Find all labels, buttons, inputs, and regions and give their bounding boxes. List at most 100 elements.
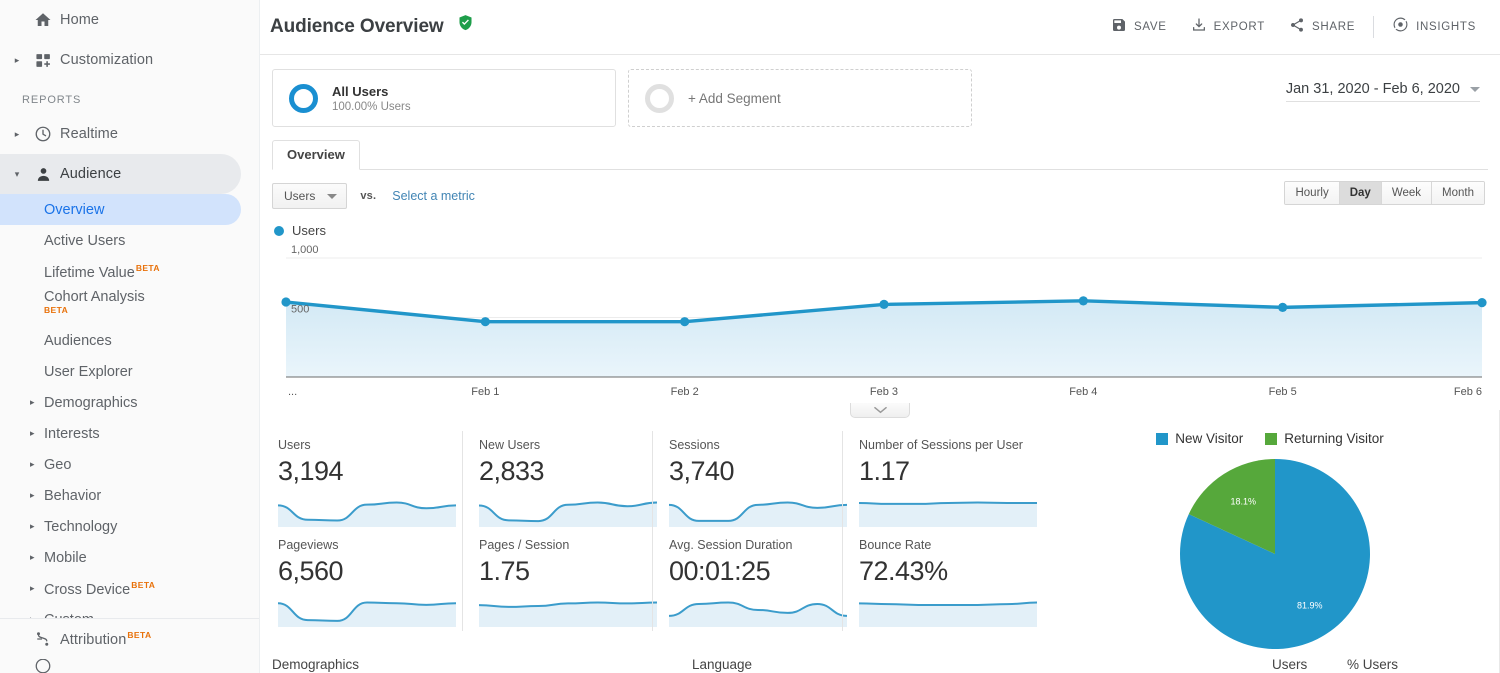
sidebar-item-cross-device[interactable]: ▸Cross DeviceBETA	[0, 573, 259, 604]
expand-arrow[interactable]: ▸	[30, 584, 44, 593]
metric-card[interactable]: Pageviews6,560	[272, 531, 462, 631]
beta-badge: BETA	[44, 306, 145, 314]
sidebar-item-behavior[interactable]: ▸Behavior	[0, 480, 259, 511]
sparkline-svg	[669, 591, 847, 627]
sidebar-item-home[interactable]: Home	[0, 0, 259, 40]
insights-button[interactable]: INSIGHTS	[1380, 16, 1488, 38]
chart-controls: Users vs. Select a metric HourlyDayWeekM…	[260, 170, 1500, 209]
sidebar-item-label: Lifetime ValueBETA	[44, 263, 162, 281]
svg-text:1,000: 1,000	[291, 244, 319, 256]
segment-bar: All Users 100.00% Users + Add Segment Ja…	[260, 55, 1500, 127]
metric-card[interactable]: Avg. Session Duration00:01:25	[652, 531, 842, 631]
bottom-label-pct-users: % Users	[1347, 657, 1398, 672]
metric-cards: Users3,194 New Users2,833 Sessions3,740 …	[272, 431, 1032, 654]
metric-select[interactable]: Users	[272, 183, 347, 209]
realtime-expand-arrow[interactable]: ▸	[8, 130, 26, 139]
save-label: SAVE	[1134, 21, 1167, 33]
sidebar-item-interests[interactable]: ▸Interests	[0, 418, 259, 449]
users-line-chart[interactable]: 5001,000...Feb 1Feb 2Feb 3Feb 4Feb 5Feb …	[272, 240, 1488, 405]
segment-name: All Users	[332, 84, 411, 99]
pie-chart[interactable]: 81.9%18.1%	[1062, 454, 1488, 654]
sparkline-svg	[669, 491, 847, 527]
metric-card[interactable]: Pages / Session1.75	[462, 531, 652, 631]
sidebar-item-cohort-analysis[interactable]: Cohort AnalysisBETA	[0, 287, 259, 325]
sidebar-item-overview[interactable]: Overview	[0, 194, 241, 225]
save-button[interactable]: SAVE	[1099, 17, 1179, 38]
sidebar-item-label: Cohort AnalysisBETA	[44, 289, 147, 314]
add-segment-button[interactable]: + Add Segment	[628, 69, 972, 127]
users-legend-label: Users	[292, 223, 326, 238]
segment-all-users[interactable]: All Users 100.00% Users	[272, 69, 616, 127]
metric-sparkline	[669, 491, 824, 527]
metric-card[interactable]: Users3,194	[272, 431, 462, 531]
expand-arrow[interactable]: ▸	[30, 429, 44, 438]
metric-label: Sessions	[669, 438, 824, 452]
date-range-picker[interactable]: Jan 31, 2020 - Feb 6, 2020	[1286, 81, 1480, 102]
expand-arrow[interactable]: ▸	[30, 491, 44, 500]
metric-sparkline	[479, 591, 634, 627]
sidebar-item-attribution[interactable]: AttributionBETA	[0, 619, 259, 659]
audience-collapse-arrow[interactable]: ▾	[8, 170, 26, 179]
sidebar-item-active-users[interactable]: Active Users	[0, 225, 259, 256]
svg-text:500: 500	[291, 304, 309, 316]
metric-card[interactable]: New Users2,833	[462, 431, 652, 531]
bottom-label-users: Users	[1272, 657, 1307, 672]
sidebar-scroll-area[interactable]: Home ▸ Customization REPORTS ▸	[0, 0, 259, 618]
users-legend-dot-icon	[274, 226, 284, 236]
expand-arrow[interactable]: ▸	[30, 398, 44, 407]
granularity-day[interactable]: Day	[1340, 182, 1382, 204]
sidebar-item-audience-label: Audience	[60, 166, 121, 182]
metric-inner: New Users2,833	[463, 438, 652, 527]
sidebar-item-geo[interactable]: ▸Geo	[0, 449, 259, 480]
expand-arrow[interactable]: ▸	[30, 553, 44, 562]
expand-arrow[interactable]: ▸	[30, 522, 44, 531]
chevron-down-icon	[874, 406, 887, 414]
metric-inner: Number of Sessions per User1.17	[843, 438, 1032, 527]
select-a-metric-link[interactable]: Select a metric	[392, 189, 475, 203]
sidebar-item-lifetime-value[interactable]: Lifetime ValueBETA	[0, 256, 259, 287]
granularity-week[interactable]: Week	[1382, 182, 1432, 204]
home-icon	[26, 11, 60, 29]
pie-legend-item[interactable]: Returning Visitor	[1265, 431, 1384, 446]
sidebar-item-technology[interactable]: ▸Technology	[0, 511, 259, 542]
metric-card[interactable]: Bounce Rate72.43%	[842, 531, 1032, 631]
clock-icon	[26, 125, 60, 143]
sidebar-item-realtime[interactable]: ▸ Realtime	[0, 114, 259, 154]
expand-arrow[interactable]: ▸	[30, 460, 44, 469]
metric-value: 1.17	[859, 455, 1014, 487]
svg-text:Feb 6: Feb 6	[1454, 386, 1482, 398]
metric-value: 2,833	[479, 455, 634, 487]
sidebar-item-audience[interactable]: ▾ Audience	[0, 154, 241, 194]
sidebar-item-customization[interactable]: ▸ Customization	[0, 40, 259, 80]
chart-expand-toggle[interactable]	[850, 403, 910, 418]
sidebar-item-demographics[interactable]: ▸Demographics	[0, 387, 259, 418]
export-icon	[1191, 17, 1207, 38]
tab-strip: Overview	[272, 141, 1488, 170]
left-sidebar: Home ▸ Customization REPORTS ▸	[0, 0, 260, 673]
metric-card[interactable]: Number of Sessions per User1.17	[842, 431, 1032, 531]
tab-overview[interactable]: Overview	[272, 140, 360, 170]
pie-slice-label: 18.1%	[1231, 496, 1257, 506]
pie-legend-item[interactable]: New Visitor	[1156, 431, 1243, 446]
sidebar-item-user-explorer[interactable]: User Explorer	[0, 356, 259, 387]
sidebar-item-mobile[interactable]: ▸Mobile	[0, 542, 259, 573]
granularity-month[interactable]: Month	[1432, 182, 1484, 204]
svg-text:Feb 1: Feb 1	[471, 386, 499, 398]
metric-value: 72.43%	[859, 555, 1014, 587]
sidebar-item-custom[interactable]: ▸Custom	[0, 604, 259, 618]
add-segment-label: + Add Segment	[688, 91, 781, 106]
sidebar-item-partial[interactable]	[0, 659, 259, 673]
customization-expand-arrow[interactable]: ▸	[8, 56, 26, 65]
metric-sparkline	[859, 491, 1014, 527]
metric-value: 6,560	[278, 555, 444, 587]
top-bar: Audience Overview SAVE	[260, 0, 1500, 55]
metric-row-1: Users3,194 New Users2,833 Sessions3,740 …	[272, 431, 1032, 531]
sidebar-item-audiences[interactable]: Audiences	[0, 325, 259, 356]
insights-icon	[1392, 16, 1409, 38]
beta-badge: BETA	[136, 263, 160, 273]
metric-card[interactable]: Sessions3,740	[652, 431, 842, 531]
share-button[interactable]: SHARE	[1277, 17, 1367, 38]
export-button[interactable]: EXPORT	[1179, 17, 1277, 38]
metric-select-value: Users	[284, 189, 315, 203]
granularity-hourly[interactable]: Hourly	[1285, 182, 1339, 204]
